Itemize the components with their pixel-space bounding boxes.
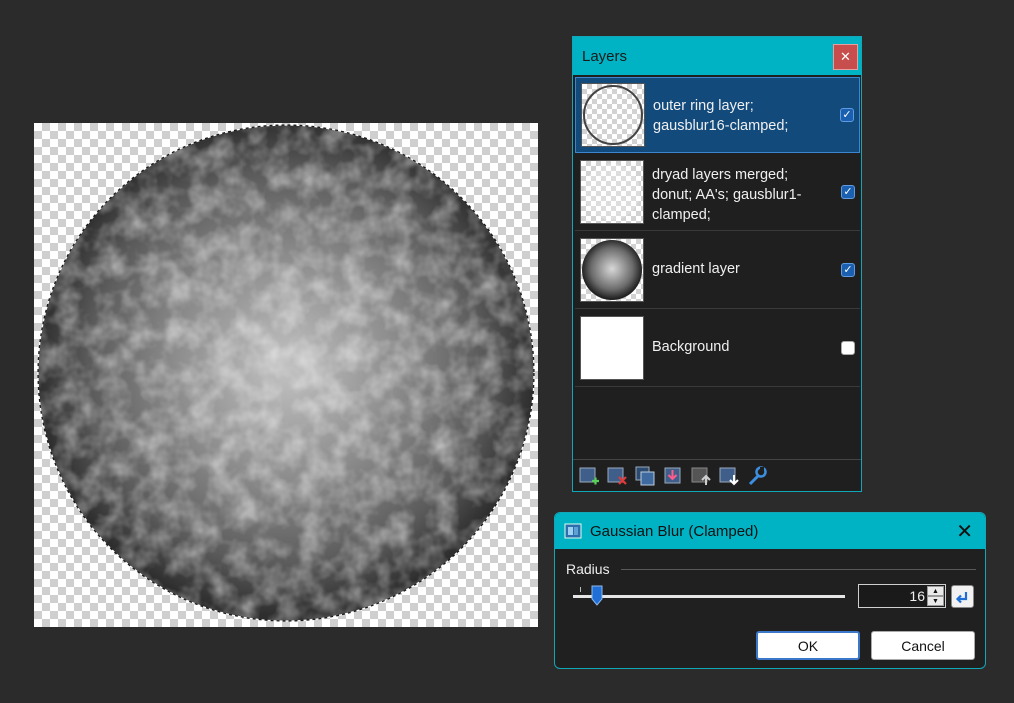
layer-thumbnail	[580, 160, 644, 224]
layer-visibility-checkbox[interactable]: ✓	[840, 108, 854, 122]
dialog-title-bar: Gaussian Blur (Clamped) ✕	[555, 513, 985, 549]
cancel-button[interactable]: Cancel	[871, 631, 975, 660]
layer-thumbnail	[580, 316, 644, 380]
radius-label: Radius	[566, 561, 610, 577]
gaussian-blur-dialog: Gaussian Blur (Clamped) ✕ Radius 16 ▲ ▼ …	[554, 512, 986, 669]
layer-visibility-checkbox[interactable]	[841, 341, 855, 355]
layer-thumbnail	[581, 83, 645, 147]
delete-layer-icon[interactable]	[606, 465, 628, 487]
reset-button[interactable]	[951, 585, 974, 608]
radius-divider	[621, 569, 976, 570]
layers-title: Layers	[573, 37, 861, 75]
layer-thumbnail	[580, 238, 644, 302]
layer-name: gradient layer	[652, 261, 740, 277]
layers-toolbar	[573, 459, 861, 491]
image-canvas[interactable]	[34, 123, 538, 627]
ok-button[interactable]: OK	[756, 631, 860, 660]
move-layer-up-icon[interactable]	[690, 465, 712, 487]
duplicate-layer-icon[interactable]	[634, 465, 656, 487]
radius-spinner[interactable]: ▲ ▼	[927, 586, 944, 606]
spin-up-icon[interactable]: ▲	[927, 586, 944, 596]
circle-image	[37, 124, 535, 622]
layer-name: outer ring layer; gausblur16-clamped;	[653, 98, 789, 134]
slider-tick	[580, 587, 581, 592]
layer-row[interactable]: outer ring layer; gausblur16-clamped; ✓	[575, 77, 860, 153]
reset-arrow-icon	[955, 592, 968, 604]
layer-row[interactable]: dryad layers merged; donut; AA's; gausbl…	[575, 155, 860, 231]
layer-name: dryad layers merged; donut; AA's; gausbl…	[652, 167, 802, 223]
layer-row[interactable]: Background	[575, 311, 860, 387]
dialog-close-button[interactable]: ✕	[956, 519, 973, 544]
layers-close-button[interactable]: ✕	[833, 44, 858, 70]
layer-visibility-checkbox[interactable]: ✓	[841, 263, 855, 277]
add-layer-icon[interactable]	[578, 465, 600, 487]
layer-properties-icon[interactable]	[746, 465, 768, 487]
layers-panel: Layers ✕ outer ring layer; gausblur16-cl…	[572, 36, 862, 492]
move-layer-down-icon[interactable]	[718, 465, 740, 487]
layer-name: Background	[652, 339, 730, 355]
merge-layer-down-icon[interactable]	[662, 465, 684, 487]
layer-row[interactable]: gradient layer ✓	[575, 233, 860, 309]
effect-app-icon	[564, 523, 582, 539]
radius-slider-track[interactable]	[573, 595, 845, 598]
layer-visibility-checkbox[interactable]: ✓	[841, 185, 855, 199]
radius-slider-thumb[interactable]	[591, 585, 603, 606]
spin-down-icon[interactable]: ▼	[927, 596, 944, 606]
dialog-title: Gaussian Blur (Clamped)	[590, 522, 759, 540]
